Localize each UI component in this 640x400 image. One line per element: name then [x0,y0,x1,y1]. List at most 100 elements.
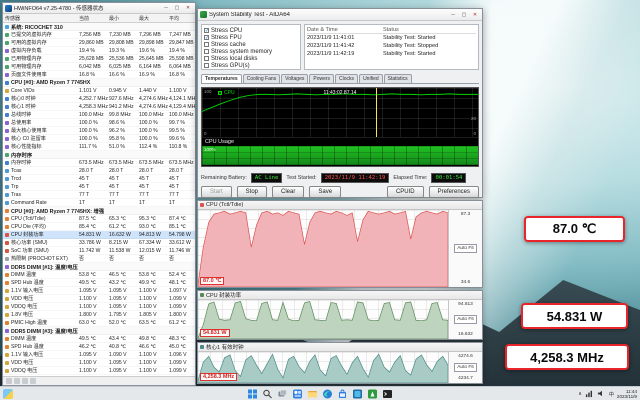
stress-option[interactable]: ✓Stress CPU [204,27,298,34]
stress-option[interactable]: ✓Stress FPU [204,34,298,41]
sensor-row[interactable]: VDDQ 电压1.100 V1.095 V1.100 V1.099 V [3,367,195,375]
maximize-icon[interactable]: ▢ [172,4,182,12]
cpuid-button[interactable]: CPUID [387,186,424,198]
sensor-section-header[interactable]: DDR5 DIMM [#1]: 温度/电压 [3,263,195,271]
stop-button[interactable]: Stop [237,186,267,198]
preferences-button[interactable]: Preferences [429,186,479,198]
start-icon[interactable] [248,389,258,399]
terminal-icon[interactable] [383,389,393,399]
sensor-row[interactable]: CPU 封装功率54.831 W16.632 W94.813 W54.798 W [3,231,195,239]
stress-option[interactable]: Stress local disks [204,55,298,62]
tab-clocks[interactable]: Clocks [335,74,358,83]
cpu-usage-graph[interactable]: 100% [202,146,478,165]
tab-unified[interactable]: Unified [359,74,383,83]
tab-statistics[interactable]: Statistics [384,74,412,83]
sensor-row[interactable]: 内存时钟673.5 MHz673.5 MHz673.5 MHz673.5 MHz [3,159,195,167]
close-icon[interactable]: ✕ [470,11,480,19]
save-button[interactable]: Save [309,186,341,198]
clock-icon[interactable] [6,378,12,384]
sensor-row[interactable]: 最大核心使用率100.0 %96.2 %100.0 %99.5 % [3,127,195,135]
minimize-icon[interactable]: ─ [161,4,171,12]
auto-fit-button[interactable]: Auto Fit [454,315,477,324]
hwinfo-titlebar[interactable]: HWiNFO64 v7.25-4780 - 传感器状态 ─ ▢ ✕ [3,3,195,14]
tab-voltages[interactable]: Voltages [281,74,308,83]
volume-icon[interactable] [597,389,606,399]
hwinfo-icon[interactable] [353,389,363,399]
tray-chevron-icon[interactable]: ∧ [578,391,582,397]
explorer-icon[interactable] [308,389,318,399]
sensor-row[interactable]: VDD 电压1.100 V1.095 V1.100 V1.099 V [3,359,195,367]
store-icon[interactable] [338,389,348,399]
sensor-row[interactable]: 1.1V 输入电压1.095 V1.090 V1.100 V1.096 V [3,351,195,359]
weather-widget[interactable] [3,389,13,399]
search-icon[interactable] [263,389,273,399]
sensor-row[interactable]: SPD Hub 温度46.2 ℃40.8 ℃46.6 ℃45.0 ℃ [3,343,195,351]
sensor-row[interactable]: Trp45 T45 T45 T45 T [3,183,195,191]
stress-option[interactable]: Stress GPU(s) [204,62,298,69]
panel-titlebar[interactable]: CPU (Tctl/Tdie) [198,201,482,210]
sensor-row[interactable]: 页面文件使用率16.8 %16.6 %16.9 %16.8 % [3,71,195,79]
sensor-row[interactable]: SPD Hub 温度49.5 ℃43.2 ℃49.9 ℃48.1 ℃ [3,279,195,287]
sensor-row[interactable]: VDD 电压1.100 V1.095 V1.100 V1.099 V [3,295,195,303]
sensor-row[interactable]: CPU (Tctl/Tdie)87.5 ℃65.3 ℃95.3 ℃87.4 ℃ [3,215,195,223]
panel-sidebar: 94.813Auto Fit16.632 [448,300,482,339]
panel-titlebar[interactable]: CPU 封装功率 [198,291,482,300]
sensor-row[interactable]: Trcd45 T45 T45 T45 T [3,175,195,183]
sensor-row[interactable]: 已提交的虚拟内存7,256 MB7,230 MB7,296 MB7,247 MB [3,31,195,39]
sensor-row[interactable]: 已用物理内存25,628 MB25,536 MB25,645 MB25,598 … [3,55,195,63]
sensor-row[interactable]: Tcas28.0 T28.0 T28.0 T28.0 T [3,167,195,175]
sensor-row[interactable]: 1.8V 电压1.800 V1.795 V1.805 V1.800 V [3,311,195,319]
widgets-icon[interactable] [293,389,303,399]
sensor-row[interactable]: CPU Die (平均)85.4 ℃61.2 ℃93.0 ℃85.1 ℃ [3,223,195,231]
aida64-window-controls: ─ ▢ ✕ [448,11,480,19]
panel-titlebar[interactable]: 核心1 有效时钟 [198,343,482,352]
callout-clock-value: 4,258.3 MHz [530,350,604,365]
aida64-titlebar[interactable]: System Stability Test - AIDA64 ─ ▢ ✕ [198,9,482,21]
sensor-row[interactable]: Core VIDs1.101 V0.945 V1.440 V1.100 V [3,87,195,95]
sensor-section-header[interactable]: 内存时序 [3,151,195,159]
sensor-row[interactable]: DIMM 温度49.5 ℃43.4 ℃49.8 ℃48.3 ℃ [3,335,195,343]
close-icon[interactable]: ✕ [183,4,193,12]
graph-cursor[interactable] [376,88,377,137]
maximize-icon[interactable]: ▢ [459,11,469,19]
settings-icon[interactable] [30,378,36,384]
sensor-row[interactable]: 总使用率100.0 %98.6 %100.0 %99.7 % [3,119,195,127]
tab-powers[interactable]: Powers [309,74,334,83]
log-icon[interactable] [22,378,28,384]
sensor-row[interactable]: 核心 C0 驻留率100.0 %95.8 %100.0 %99.6 % [3,135,195,143]
stress-option[interactable]: Stress system memory [204,48,298,55]
sensor-row[interactable]: Tras77 T77 T77 T77 T [3,191,195,199]
tab-cooling-fans[interactable]: Cooling Fans [243,74,280,83]
sensor-row[interactable]: 1.1V 输入电压1.095 V1.095 V1.100 V1.097 V [3,287,195,295]
task-view-icon[interactable] [278,389,288,399]
sensor-row[interactable]: 核心1 时钟4,258.3 MHz941.2 MHz4,274.6 MHz4,1… [3,103,195,111]
sensor-row[interactable]: SoC 功率 (SMU)11.742 W11.538 W12.015 W11.7… [3,247,195,255]
aida64-icon[interactable] [368,389,378,399]
sensor-row[interactable]: 核心功率 (SMU)33.786 W8.215 W67.334 W33.612 … [3,239,195,247]
tab-temperatures[interactable]: Temperatures [201,74,242,83]
auto-fit-button[interactable]: Auto Fit [454,363,477,372]
temperature-graph[interactable]: 100 0 20 0 CPU 11:43:02 87.14 [202,88,478,138]
sensor-section-header[interactable]: DDR5 DIMM [#3]: 温度/电压 [3,327,195,335]
sensor-row[interactable]: 虚拟内存负载19.4 %19.3 %19.6 %19.4 % [3,47,195,55]
network-icon[interactable] [585,389,594,399]
sensor-value: 99.6 % [169,136,195,142]
ime-indicator[interactable]: 中 [609,391,614,398]
cpu-legend-checkbox[interactable]: CPU [218,90,235,96]
taskbar-clock[interactable]: 11:44 2023/11/9 [617,389,637,400]
sensor-row[interactable]: 可用的虚拟内存29,860 MB29,808 MB29,898 MB29,847… [3,39,195,47]
sensor-row[interactable]: 总线时钟100.0 MHz99.8 MHz100.0 MHz100.0 MHz [3,111,195,119]
sensor-row[interactable]: 核心0 时钟4,252.7 MHz927.6 MHz4,274.6 MHz4,1… [3,95,195,103]
sensor-section-header[interactable]: CPU [#0]: AMD Ryzen 7 7745HX [3,79,195,87]
minimize-icon[interactable]: ─ [448,11,458,19]
auto-fit-button[interactable]: Auto Fit [454,244,477,253]
sensor-section-header[interactable]: 系统: RICOCHET 310 [3,23,195,31]
stress-option[interactable]: Stress cache [204,41,298,48]
edge-icon[interactable] [323,389,333,399]
sensor-section-header[interactable]: CPU [#0]: AMD Ryzen 7 7745HX: 增强 [3,207,195,215]
clear-button[interactable]: Clear [272,186,304,198]
sensor-row[interactable]: DIMM 温度53.8 ℃46.5 ℃53.8 ℃52.4 ℃ [3,271,195,279]
sensor-row[interactable]: VDDQ 电压1.100 V1.095 V1.100 V1.099 V [3,303,195,311]
sensor-row[interactable]: 可用物理内存6,042 MB6,025 MB6,164 MB6,064 MB [3,63,195,71]
reset-icon[interactable] [14,378,20,384]
